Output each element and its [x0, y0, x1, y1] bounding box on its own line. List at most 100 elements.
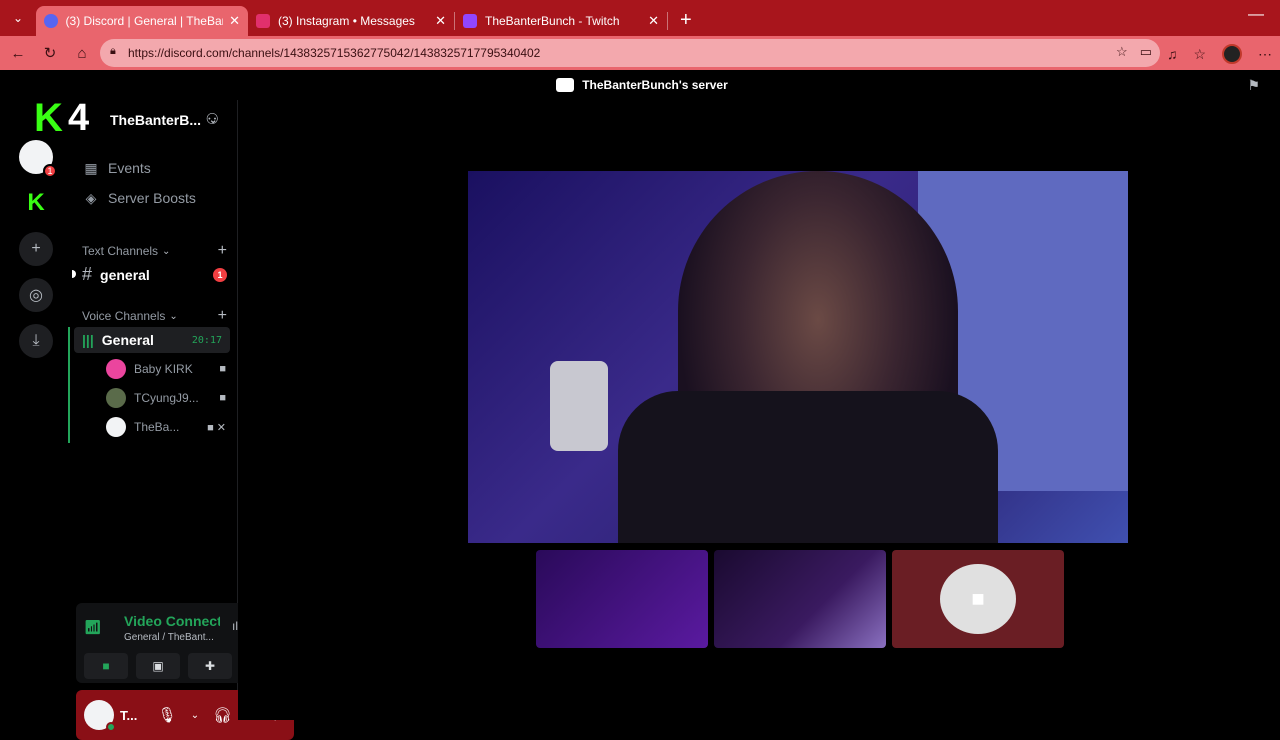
server-icon-k[interactable]: K — [19, 186, 53, 220]
app-titlebar: TheBanterBunch's server — [4, 70, 1280, 100]
camera-in-use-icon[interactable]: ▭ — [1140, 44, 1152, 60]
avatar — [106, 417, 126, 437]
channel-name: general — [100, 266, 150, 283]
new-tab-icon[interactable]: + — [680, 9, 692, 32]
screen-share-button[interactable]: ▣ — [136, 653, 180, 679]
avatar[interactable] — [84, 700, 116, 732]
tab-list-chevron-icon[interactable]: ⌄ — [0, 0, 36, 36]
participant-thumbnail[interactable]: ■ — [892, 550, 1064, 648]
server-name: TheBanterB... — [110, 112, 202, 128]
invite-people-icon[interactable]: ⚇ — [206, 110, 219, 128]
sidebar-item-label: Server Boosts — [108, 190, 196, 206]
voice-user[interactable]: Baby KIRK ■ — [106, 357, 226, 381]
category-voice-channels[interactable]: Voice Channels ⌄ + — [82, 307, 227, 325]
server-icon-thebanterbunch[interactable]: 1 — [19, 140, 57, 178]
voice-speaker-icon: ||| — [82, 332, 94, 348]
tab-title: TheBanterBunch - Twitch — [485, 14, 620, 28]
url-input[interactable]: 🔒︎ https://discord.com/channels/14383257… — [100, 39, 1160, 67]
home-icon[interactable]: ⌂ — [66, 45, 98, 62]
voice-user[interactable]: TCyungJ9... ■ — [106, 386, 226, 410]
tab-title: (3) Discord | General | TheBan — [65, 14, 224, 28]
main-video-tile[interactable] — [468, 171, 1128, 543]
voice-user-name: Baby KIRK — [134, 362, 193, 376]
profile-avatar[interactable] — [1222, 44, 1242, 64]
add-channel-icon[interactable]: + — [218, 307, 227, 325]
participant-thumbnail[interactable] — [536, 550, 708, 648]
close-tab-icon[interactable]: ✕ — [429, 13, 446, 29]
voice-user-name: TheBa... — [134, 420, 180, 434]
video-participant-shirt — [618, 391, 998, 543]
username[interactable]: T... — [120, 708, 152, 723]
media-control-icon[interactable]: ♫ — [1167, 46, 1178, 62]
twitch-favicon-icon — [463, 14, 477, 28]
more-menu-icon[interactable]: ⋯ — [1258, 46, 1272, 63]
url-text: https://discord.com/channels/14383257153… — [128, 46, 541, 60]
sidebar-item-events[interactable]: ▦ Events — [82, 157, 151, 179]
category-label: Voice Channels — [82, 309, 166, 323]
chevron-down-icon[interactable]: ⌄ — [191, 710, 199, 721]
voice-channel-name: General — [101, 332, 154, 348]
add-server-icon[interactable]: + — [19, 232, 53, 266]
video-camera-icon: ■ — [940, 564, 1016, 634]
video-camera-icon: ■ — [219, 392, 226, 404]
server-list: 1 K + ◎ ⤓ — [14, 140, 58, 358]
sidebar-item-server-boosts[interactable]: ◈ Server Boosts — [82, 187, 196, 209]
overlay-number: 4 — [68, 97, 90, 139]
text-channel-icon: # — [82, 264, 93, 284]
category-label: Text Channels — [82, 244, 159, 258]
channel-sidebar: K 4 TheBanterB... ⌄ ⚇ ▦ Events ◈ Server … — [34, 97, 294, 740]
download-apps-icon[interactable]: ⤓ — [19, 324, 53, 358]
tab-instagram[interactable]: (3) Instagram • Messages ✕ — [248, 6, 454, 36]
bookmark-star-icon[interactable]: ☆ — [1116, 44, 1128, 60]
tab-twitch[interactable]: TheBanterBunch - Twitch ✕ — [455, 6, 667, 36]
video-background-cup — [550, 361, 608, 451]
close-tab-icon[interactable]: ✕ — [642, 13, 659, 29]
tab-discord[interactable]: (3) Discord | General | TheBan ✕ — [36, 6, 248, 36]
instagram-favicon-icon — [256, 14, 270, 28]
connection-signal-icon[interactable]: 📶︎ — [84, 619, 102, 636]
category-text-channels[interactable]: Text Channels ⌄ + — [82, 242, 227, 260]
k-overlay-logo-icon: K — [34, 96, 63, 140]
voice-user-name: TCyungJ9... — [134, 391, 199, 405]
app-title: TheBanterBunch's server — [582, 78, 728, 92]
activities-button[interactable]: ✚ — [188, 653, 232, 679]
discord-app: TheBanterBunch's server ⚑ 1 K + ◎ ⤓ K 4 … — [4, 70, 1280, 740]
chevron-down-icon: ⌄ — [169, 310, 178, 322]
voice-status[interactable]: Video Connecte — [124, 613, 220, 629]
favorites-icon[interactable]: ☆ — [1193, 46, 1206, 63]
add-channel-icon[interactable]: + — [218, 242, 227, 260]
video-stage: ■ — [238, 100, 1280, 720]
tab-divider — [667, 12, 668, 30]
minimize-window-icon[interactable]: — — [1248, 6, 1264, 24]
inbox-flag-icon[interactable]: ⚑ — [1247, 77, 1260, 94]
reload-icon[interactable]: ↻ — [34, 44, 66, 62]
voice-channel-path[interactable]: General / TheBant... — [124, 632, 220, 643]
channel-general[interactable]: # general 1 — [72, 264, 227, 285]
voice-user[interactable]: TheBa... ■ ✕ — [106, 415, 226, 439]
mention-badge: 1 — [213, 267, 227, 282]
close-tab-icon[interactable]: ✕ — [223, 13, 240, 29]
microphone-icon[interactable]: 🎙︎ — [158, 706, 177, 724]
server-logo-icon — [556, 78, 575, 92]
participant-thumbnails: ■ — [536, 550, 1064, 648]
voice-channel-general[interactable]: ||| General 20:17 — [74, 327, 230, 353]
avatar — [106, 388, 126, 408]
voice-timer: 20:17 — [191, 334, 222, 346]
back-icon[interactable]: ← — [2, 45, 34, 62]
calendar-icon: ▦ — [84, 159, 98, 176]
server-mention-badge: 1 — [43, 164, 57, 178]
discover-compass-icon[interactable]: ◎ — [19, 278, 53, 312]
unread-indicator — [72, 270, 76, 278]
avatar — [106, 359, 126, 379]
voice-connected-line — [68, 327, 70, 443]
online-status-icon — [106, 722, 116, 732]
tab-title: (3) Instagram • Messages — [278, 14, 415, 28]
headphones-icon[interactable]: 🎧︎ — [213, 706, 232, 724]
camera-toggle-button[interactable]: ■ — [84, 653, 128, 679]
video-camera-icon: ■ ✕ — [207, 421, 226, 434]
sidebar-item-label: Events — [108, 160, 151, 176]
participant-thumbnail[interactable] — [714, 550, 886, 648]
video-camera-icon: ■ — [219, 363, 226, 375]
boost-icon: ◈ — [85, 189, 97, 206]
site-info-icon[interactable]: 🔒︎ — [110, 45, 116, 58]
